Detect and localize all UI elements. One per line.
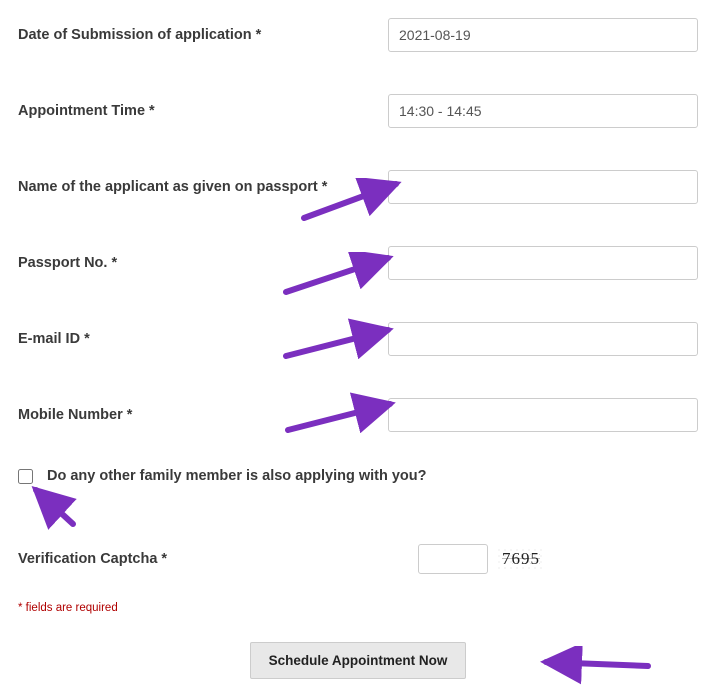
input-applicant-name[interactable] [388,170,698,204]
required-fields-note: * fields are required [18,602,698,614]
captcha-image: 7695 [496,547,546,571]
label-mobile: Mobile Number * [18,407,388,423]
annotation-arrow-icon [18,482,88,532]
row-submit: Schedule Appointment Now [18,642,698,679]
annotation-arrow-icon [538,646,658,686]
input-passport-no[interactable] [388,246,698,280]
input-mobile[interactable] [388,398,698,432]
checkbox-family-applying[interactable] [18,469,33,484]
row-applicant-name: Name of the applicant as given on passpo… [18,170,698,204]
input-captcha[interactable] [418,544,488,574]
label-appointment-time: Appointment Time * [18,103,388,119]
row-passport-no: Passport No. * [18,246,698,280]
row-family-checkbox: Do any other family member is also apply… [18,468,698,484]
row-mobile: Mobile Number * [18,398,698,432]
input-submission-date[interactable] [388,18,698,52]
row-submission-date: Date of Submission of application * [18,18,698,52]
row-email: E-mail ID * [18,322,698,356]
input-appointment-time[interactable] [388,94,698,128]
label-submission-date: Date of Submission of application * [18,27,388,43]
schedule-appointment-button[interactable]: Schedule Appointment Now [250,642,467,679]
label-applicant-name: Name of the applicant as given on passpo… [18,179,388,195]
label-captcha: Verification Captcha * [18,551,388,567]
row-captcha: Verification Captcha * 7695 [18,544,698,574]
label-email: E-mail ID * [18,331,388,347]
label-passport-no: Passport No. * [18,255,388,271]
label-family-applying: Do any other family member is also apply… [47,468,427,484]
row-appointment-time: Appointment Time * [18,94,698,128]
input-email[interactable] [388,322,698,356]
